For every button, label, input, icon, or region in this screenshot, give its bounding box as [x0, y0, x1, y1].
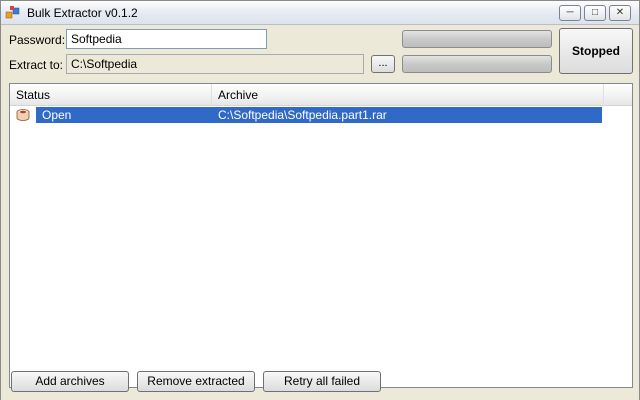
column-header-archive[interactable]: Archive [212, 84, 604, 106]
maximize-button[interactable]: □ [584, 5, 606, 21]
list-item[interactable]: Open C:\Softpedia\Softpedia.part1.rar [12, 107, 602, 123]
remove-extracted-button[interactable]: Remove extracted [137, 371, 255, 392]
password-label: Password: [9, 33, 66, 47]
client-area: Password: Softpedia Extract to: C:\Softp… [1, 26, 639, 400]
title-bar[interactable]: Bulk Extractor v0.1.2 ─ □ ✕ [1, 1, 639, 25]
column-header-status[interactable]: Status [10, 84, 212, 106]
app-window: Bulk Extractor v0.1.2 ─ □ ✕ Password: So… [0, 0, 640, 400]
extract-to-field[interactable]: C:\Softpedia [66, 54, 364, 74]
minimize-button[interactable]: ─ [559, 5, 581, 21]
row-status: Open [42, 108, 72, 122]
progress-bar-total [402, 30, 552, 48]
extract-to-label: Extract to: [9, 58, 64, 72]
close-button[interactable]: ✕ [609, 5, 631, 21]
archive-list[interactable]: Status Archive Open C:\Softpedia\Softped… [9, 83, 633, 388]
app-icon [5, 6, 20, 19]
archive-icon [16, 109, 30, 121]
retry-all-failed-button[interactable]: Retry all failed [263, 371, 381, 392]
stopped-button[interactable]: Stopped [559, 28, 633, 74]
list-header: Status Archive [10, 84, 632, 106]
row-archive-path: C:\Softpedia\Softpedia.part1.rar [218, 108, 387, 122]
add-archives-button[interactable]: Add archives [11, 371, 129, 392]
progress-bar-current [402, 55, 552, 73]
password-field[interactable]: Softpedia [66, 29, 267, 49]
window-title: Bulk Extractor v0.1.2 [27, 6, 138, 20]
browse-button[interactable]: ... [371, 55, 395, 73]
